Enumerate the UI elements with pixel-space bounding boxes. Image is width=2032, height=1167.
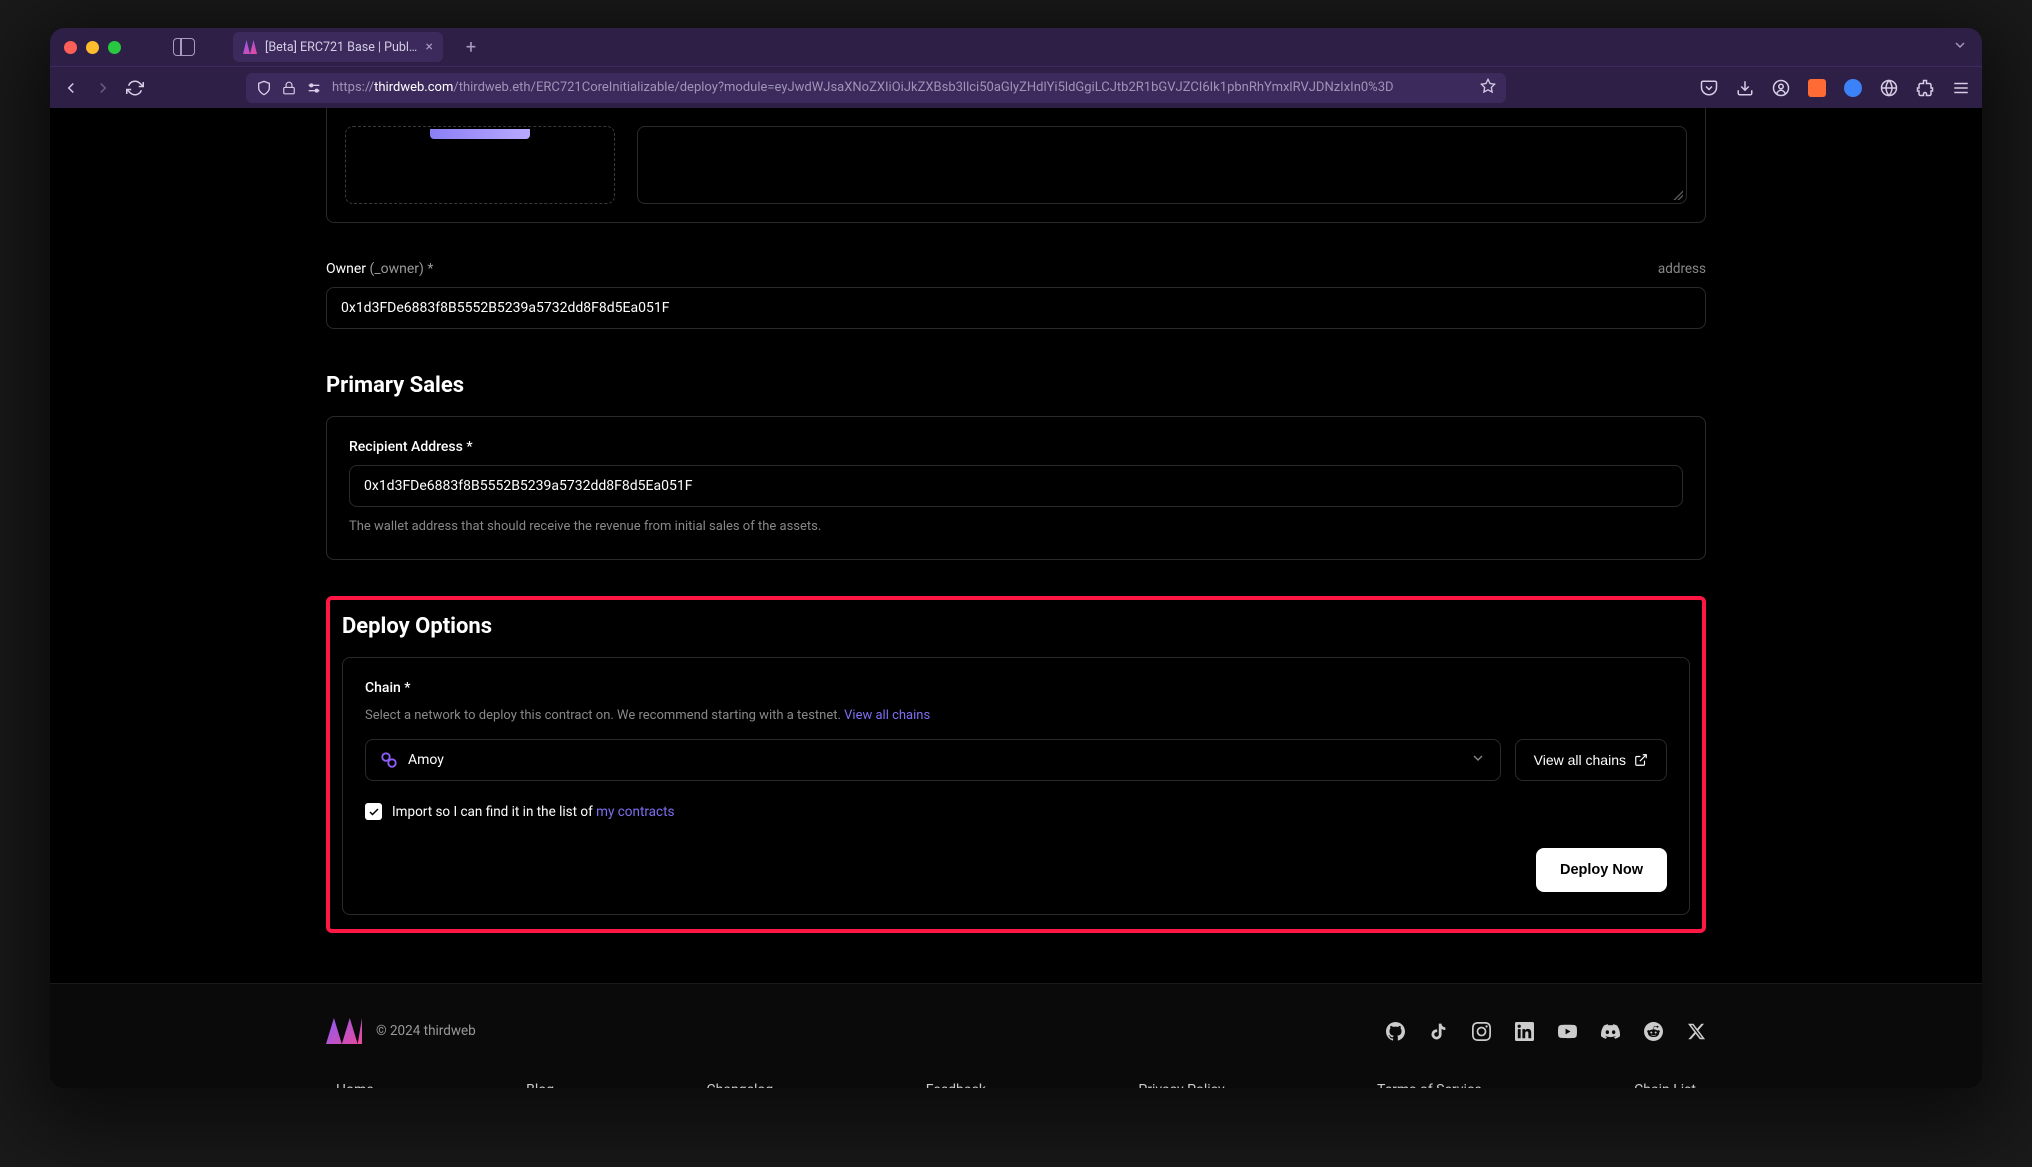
close-window-button[interactable] (64, 41, 77, 54)
chain-icon (380, 751, 398, 769)
external-link-icon (1634, 753, 1648, 767)
menu-icon[interactable] (1952, 79, 1970, 97)
footer-link-chainlist[interactable]: Chain List (1634, 1082, 1696, 1088)
tabs-dropdown-button[interactable] (1952, 37, 1968, 57)
forward-button[interactable] (94, 79, 112, 97)
footer-link-terms[interactable]: Terms of Service (1377, 1082, 1482, 1088)
import-checkbox[interactable] (365, 803, 382, 820)
primary-sales-title: Primary Sales (326, 373, 1706, 398)
view-all-chains-link[interactable]: View all chains (844, 708, 930, 723)
linkedin-icon[interactable] (1515, 1022, 1534, 1041)
image-dropzone[interactable] (345, 126, 615, 204)
bookmark-star-icon[interactable] (1480, 78, 1496, 98)
social-icons (1386, 1022, 1706, 1041)
extension-icon[interactable] (1808, 79, 1826, 97)
deploy-options-highlight: Deploy Options Chain * Select a network … (326, 596, 1706, 934)
footer-links: Home Blog Changelog Feedback Privacy Pol… (326, 1082, 1706, 1088)
owner-label: Owner (_owner) * (326, 261, 433, 277)
reddit-icon[interactable] (1644, 1022, 1663, 1041)
extension-icon[interactable] (1880, 79, 1898, 97)
instagram-icon[interactable] (1472, 1022, 1491, 1041)
recipient-help: The wallet address that should receive t… (349, 517, 1683, 537)
page-content: Owner (_owner) * address Primary Sales R… (50, 108, 1982, 1088)
footer-link-home[interactable]: Home (336, 1082, 374, 1088)
extension-icon[interactable] (1844, 79, 1862, 97)
url-field[interactable]: https://thirdweb.com/thirdweb.eth/ERC721… (246, 73, 1506, 103)
shield-icon[interactable] (256, 80, 272, 96)
x-icon[interactable] (1687, 1022, 1706, 1041)
permissions-icon[interactable] (306, 80, 322, 96)
chain-label: Chain * (365, 680, 1667, 696)
youtube-icon[interactable] (1558, 1022, 1577, 1041)
deploy-options-title: Deploy Options (342, 614, 1690, 639)
view-all-chains-button[interactable]: View all chains (1515, 739, 1667, 781)
discord-icon[interactable] (1601, 1022, 1620, 1041)
tab-favicon-icon (243, 40, 257, 54)
github-icon[interactable] (1386, 1022, 1405, 1041)
toolbar-icons (1700, 79, 1970, 97)
primary-sales-section: Primary Sales Recipient Address * The wa… (326, 373, 1706, 560)
minimize-window-button[interactable] (86, 41, 99, 54)
tab-close-button[interactable]: × (426, 39, 433, 55)
extensions-icon[interactable] (1916, 79, 1934, 97)
import-checkbox-row: Import so I can find it in the list of m… (365, 803, 1667, 820)
account-icon[interactable] (1772, 79, 1790, 97)
footer: © 2024 thirdweb Home Blog (50, 983, 1982, 1088)
chain-selected: Amoy (408, 752, 1460, 768)
traffic-lights (64, 41, 121, 54)
maximize-window-button[interactable] (108, 41, 121, 54)
recipient-input[interactable] (349, 465, 1683, 507)
thirdweb-logo-icon (326, 1018, 362, 1044)
footer-link-privacy[interactable]: Privacy Policy (1138, 1082, 1224, 1088)
description-textarea[interactable] (637, 126, 1687, 204)
lock-icon[interactable] (282, 81, 296, 95)
copyright: © 2024 thirdweb (376, 1023, 476, 1039)
browser-window: [Beta] ERC721 Base | Published × + (50, 28, 1982, 1088)
tab-title: [Beta] ERC721 Base | Published (265, 40, 418, 55)
recipient-label: Recipient Address * (349, 439, 1683, 455)
deploy-now-button[interactable]: Deploy Now (1536, 848, 1667, 892)
chain-select[interactable]: Amoy (365, 739, 1501, 781)
download-icon[interactable] (1736, 79, 1754, 97)
deploy-options-box: Chain * Select a network to deploy this … (342, 657, 1690, 916)
pocket-icon[interactable] (1700, 79, 1718, 97)
owner-input[interactable] (326, 287, 1706, 329)
footer-link-feedback[interactable]: Feedback (926, 1082, 986, 1088)
chain-help: Select a network to deploy this contract… (365, 706, 1667, 726)
titlebar: [Beta] ERC721 Base | Published × + (50, 28, 1982, 66)
metadata-section-partial (326, 108, 1706, 223)
url-bar: https://thirdweb.com/thirdweb.eth/ERC721… (50, 66, 1982, 108)
owner-field: Owner (_owner) * address (326, 261, 1706, 329)
tiktok-icon[interactable] (1429, 1022, 1448, 1041)
browser-tab[interactable]: [Beta] ERC721 Base | Published × (233, 32, 443, 62)
footer-link-changelog[interactable]: Changelog (707, 1082, 774, 1088)
import-label: Import so I can find it in the list of m… (392, 804, 674, 820)
sidebar-toggle-icon[interactable] (173, 38, 195, 56)
new-tab-button[interactable]: + (461, 37, 481, 58)
chevron-down-icon (1470, 750, 1486, 770)
my-contracts-link[interactable]: my contracts (596, 804, 674, 820)
footer-link-blog[interactable]: Blog (526, 1082, 554, 1088)
owner-type: address (1658, 261, 1706, 277)
url-text: https://thirdweb.com/thirdweb.eth/ERC721… (332, 80, 1470, 95)
reload-button[interactable] (126, 79, 144, 97)
back-button[interactable] (62, 79, 80, 97)
